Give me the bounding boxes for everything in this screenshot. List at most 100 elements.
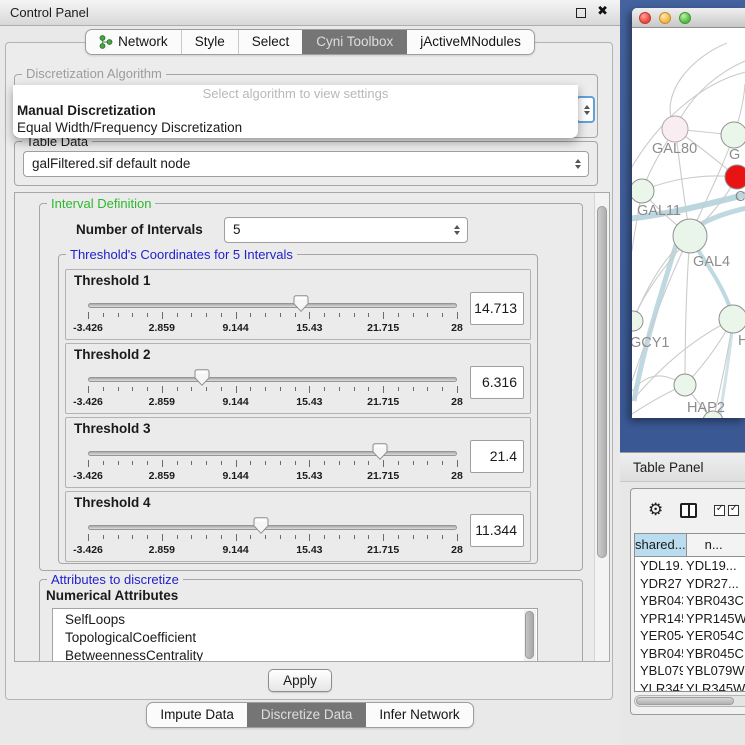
cell-name: YBR045C: [683, 645, 745, 663]
slider-track[interactable]: [88, 303, 457, 308]
settings-vertical-scrollbar[interactable]: [594, 193, 609, 661]
table-row[interactable]: YDL19...YDL19...: [635, 557, 745, 575]
numerical-attributes-list[interactable]: SelfLoopsTopologicalCoefficientBetweenne…: [52, 608, 538, 662]
cell-shared-name: YDL19...: [635, 557, 683, 575]
network-canvas[interactable]: GAL80GCGAL11GAL4GCY1HHAP2: [632, 29, 745, 418]
network-icon: [99, 35, 113, 49]
tab-jactivemnodules[interactable]: jActiveMNodules: [406, 30, 534, 54]
cell-name: YLR345W: [683, 680, 745, 693]
tab-label: Discretize Data: [261, 703, 353, 727]
tick-label: 21.715: [367, 322, 399, 334]
slider-thumb[interactable]: [253, 517, 269, 535]
attribute-list-item[interactable]: SelfLoops: [53, 611, 537, 629]
minimize-traffic-light[interactable]: [659, 12, 671, 24]
close-traffic-light[interactable]: [639, 12, 651, 24]
threshold-value-field[interactable]: 14.713: [470, 292, 524, 325]
cell-shared-name: YBL079W: [635, 662, 683, 680]
dropdown-option-equal-width-frequency[interactable]: Equal Width/Frequency Discretization: [13, 119, 578, 136]
table-horizontal-scrollbar[interactable]: [634, 695, 745, 707]
node-label: C: [735, 189, 745, 205]
threshold-value-field[interactable]: 6.316: [470, 366, 524, 399]
column-header-shared-name[interactable]: shared...: [635, 534, 687, 557]
table-row[interactable]: YLR345WYLR345W: [635, 680, 745, 693]
tab-label: jActiveMNodules: [420, 30, 521, 54]
network-node-gal11[interactable]: [632, 179, 654, 203]
list-scrollbar-thumb[interactable]: [525, 611, 534, 659]
checkbox-group: [714, 505, 739, 516]
threshold-value-field[interactable]: 21.4: [470, 440, 524, 473]
threshold-slider[interactable]: -3.4262.8599.14415.4321.71528: [88, 514, 457, 560]
zoom-traffic-light[interactable]: [679, 12, 691, 24]
slider-thumb[interactable]: [293, 295, 309, 313]
threshold-slider[interactable]: -3.4262.8599.14415.4321.71528: [88, 292, 457, 338]
float-window-icon[interactable]: [576, 8, 586, 18]
checked-checkbox-icon[interactable]: [714, 505, 725, 516]
slider-thumb[interactable]: [372, 443, 388, 461]
table-row[interactable]: YDR27...YDR27...: [635, 575, 745, 593]
table-row[interactable]: YPR145WYPR145W: [635, 610, 745, 628]
top-tab-bar: Network StyleSelectCyni Toolbox jActiveMNo…: [0, 29, 620, 55]
attributes-group: Attributes to discretize Numerical Attri…: [39, 579, 583, 662]
table-row[interactable]: YBL079WYBL079W: [635, 662, 745, 680]
number-of-intervals-label: Number of Intervals: [76, 222, 203, 237]
slider-track[interactable]: [88, 377, 457, 382]
network-node-gcy1[interactable]: [632, 311, 643, 331]
tab-discretize-data[interactable]: Discretize Data: [247, 703, 366, 727]
tab-network[interactable]: Network: [86, 30, 181, 54]
tick-label: 9.144: [222, 544, 248, 556]
tab-label: Network: [118, 30, 168, 54]
algorithm-combo-stepper[interactable]: [576, 96, 595, 123]
table-row[interactable]: YER054CYER054C: [635, 627, 745, 645]
column-header-name[interactable]: n...: [687, 534, 745, 557]
gear-icon[interactable]: ⚙: [648, 502, 663, 519]
table-header-row: shared... n...: [635, 534, 745, 557]
tab-style[interactable]: Style: [181, 30, 238, 54]
attribute-list-item[interactable]: BetweennessCentrality: [53, 647, 537, 662]
tab-cyni-toolbox[interactable]: Cyni Toolbox: [302, 30, 406, 54]
table-row[interactable]: YBR043CYBR043C: [635, 592, 745, 610]
node-table[interactable]: shared... n... YDL19...YDL19...YDR27...Y…: [634, 533, 745, 692]
slider-ticks: [88, 312, 457, 320]
tab-infer-network[interactable]: Infer Network: [365, 703, 472, 727]
tick-label: 9.144: [222, 470, 248, 482]
threshold-label: Threshold 4: [74, 495, 151, 510]
list-scrollbar[interactable]: [524, 610, 536, 662]
tab-select[interactable]: Select: [238, 30, 303, 54]
network-node-c[interactable]: [725, 165, 745, 189]
slider-track[interactable]: [88, 451, 457, 456]
close-icon[interactable]: ✖: [597, 4, 608, 19]
tick-label: 15.43: [296, 470, 322, 482]
threshold-slider[interactable]: -3.4262.8599.14415.4321.71528: [88, 366, 457, 412]
tab-impute-data[interactable]: Impute Data: [147, 703, 247, 727]
cell-shared-name: YER054C: [635, 627, 683, 645]
tick-label: 28: [451, 544, 463, 556]
table-row[interactable]: YBR045CYBR045C: [635, 645, 745, 663]
node-label: GAL4: [693, 254, 730, 270]
network-node-gal80[interactable]: [662, 116, 688, 142]
column-layout-icon[interactable]: [680, 503, 697, 518]
settings-scrollbar-thumb[interactable]: [597, 206, 607, 558]
threshold-slider[interactable]: -3.4262.8599.14415.4321.71528: [88, 440, 457, 486]
slider-tick-labels: -3.4262.8599.14415.4321.71528: [88, 322, 457, 334]
attribute-list-item[interactable]: TopologicalCoefficient: [53, 629, 537, 647]
tick-label: 15.43: [296, 396, 322, 408]
table-data-combobox[interactable]: galFiltered.sif default node: [23, 151, 589, 177]
network-node-gal4[interactable]: [673, 219, 707, 253]
number-of-intervals-combobox[interactable]: 5: [224, 217, 468, 243]
network-node-g[interactable]: [721, 122, 745, 148]
network-node-hap2[interactable]: [674, 374, 696, 396]
algorithm-dropdown-menu: Select algorithm to view settings Manual…: [13, 85, 578, 138]
slider-thumb[interactable]: [194, 369, 210, 387]
tick-label: -3.426: [73, 322, 103, 334]
cell-name: YBR043C: [683, 592, 745, 610]
apply-button[interactable]: Apply: [268, 669, 332, 692]
checked-checkbox-icon[interactable]: [728, 505, 739, 516]
dropdown-option-manual-discretization[interactable]: Manual Discretization: [13, 102, 578, 119]
combo-stepper-icon: [454, 225, 460, 235]
threshold-value-field[interactable]: 11.344: [470, 514, 524, 547]
thresholds-group-title: Threshold's Coordinates for 5 Intervals: [66, 247, 297, 262]
table-scrollbar-thumb[interactable]: [636, 697, 734, 705]
table-panel-title: Table Panel: [633, 460, 704, 475]
network-node-h[interactable]: [719, 305, 745, 333]
slider-track[interactable]: [88, 525, 457, 530]
